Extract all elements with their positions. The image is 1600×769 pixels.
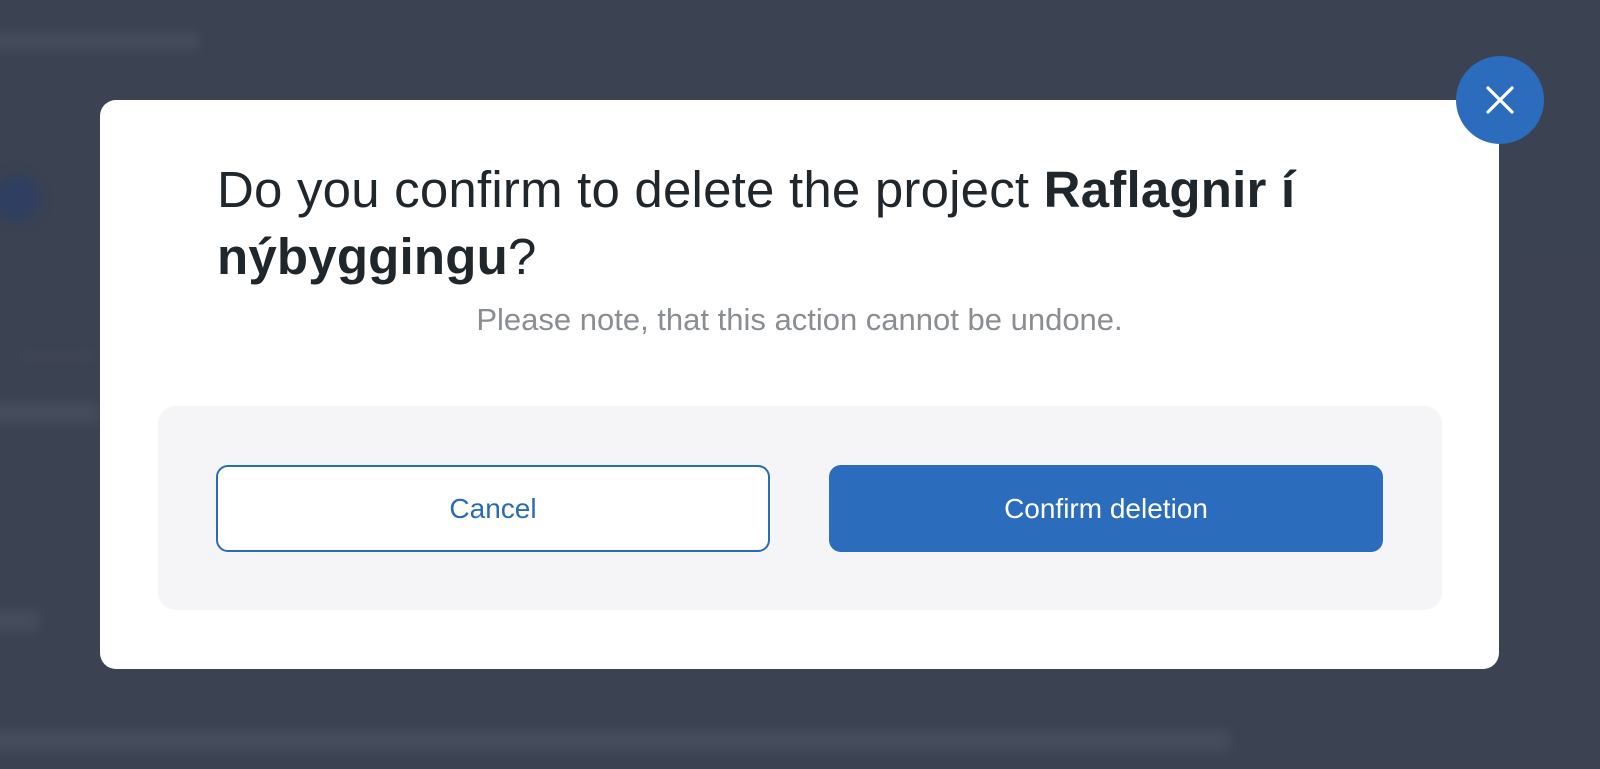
delete-project-dialog: Do you confirm to delete the project Raf… — [100, 100, 1499, 669]
dialog-title-prefix: Do you confirm to delete the project — [217, 161, 1044, 218]
dialog-title: Do you confirm to delete the project Raf… — [217, 156, 1397, 290]
close-dialog-button[interactable] — [1456, 56, 1544, 144]
dialog-warning-note: Please note, that this action cannot be … — [476, 302, 1123, 337]
dialog-title-suffix: ? — [507, 228, 537, 285]
close-icon — [1486, 86, 1514, 114]
dialog-actions: Cancel Confirm deletion — [158, 406, 1442, 610]
cancel-button[interactable]: Cancel — [216, 465, 770, 552]
confirm-deletion-button[interactable]: Confirm deletion — [829, 465, 1383, 552]
